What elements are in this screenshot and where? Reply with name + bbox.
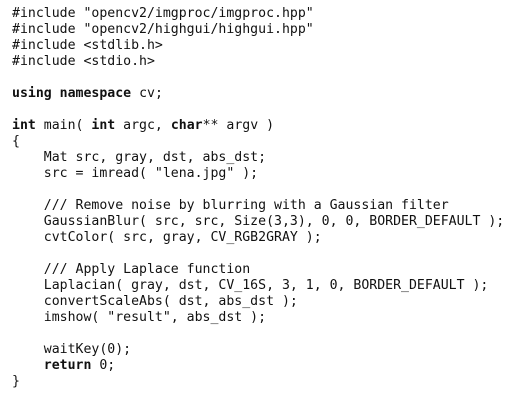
keyword-token: return xyxy=(43,358,92,373)
code-line: convertScaleAbs( dst, abs_dst ); xyxy=(12,294,504,310)
code-token: convertScaleAbs( dst, abs_dst ); xyxy=(12,294,298,309)
code-token: { xyxy=(12,134,20,149)
keyword-token: char xyxy=(170,118,203,133)
code-line: Laplacian( gray, dst, CV_16S, 3, 1, 0, B… xyxy=(12,278,504,294)
code-token: cv; xyxy=(131,86,163,101)
code-token: src = imread( "lena.jpg" ); xyxy=(12,166,259,181)
code-line: src = imread( "lena.jpg" ); xyxy=(12,166,504,182)
keyword-token: namespace xyxy=(59,86,132,101)
code-token: #include <stdio.h> xyxy=(12,54,155,69)
code-token: imshow( "result", abs_dst ); xyxy=(12,310,267,325)
code-line: #include <stdlib.h> xyxy=(12,38,504,54)
code-line: #include "opencv2/highgui/highgui.hpp" xyxy=(12,22,504,38)
keyword-token: using xyxy=(12,86,52,101)
code-token: Mat src, gray, dst, abs_dst; xyxy=(12,150,267,165)
code-token: #include "opencv2/imgproc/imgproc.hpp" xyxy=(12,6,314,21)
code-line: /// Apply Laplace function xyxy=(12,262,504,278)
code-line: { xyxy=(12,134,504,150)
code-line: waitKey(0); xyxy=(12,342,504,358)
code-token: argc, xyxy=(115,118,171,133)
code-listing: #include "opencv2/imgproc/imgproc.hpp" #i… xyxy=(12,6,504,390)
code-token: } xyxy=(12,374,20,389)
code-line: #include "opencv2/imgproc/imgproc.hpp" xyxy=(12,6,504,22)
code-line: return 0; xyxy=(12,358,504,374)
code-token: cvtColor( src, gray, CV_RGB2GRAY ); xyxy=(12,230,322,245)
code-line: imshow( "result", abs_dst ); xyxy=(12,310,504,326)
code-line: GaussianBlur( src, src, Size(3,3), 0, 0,… xyxy=(12,214,505,230)
code-line: cvtColor( src, gray, CV_RGB2GRAY ); xyxy=(12,230,504,246)
code-token: #include "opencv2/highgui/highgui.hpp" xyxy=(12,22,314,37)
code-token: waitKey(0); xyxy=(12,342,132,357)
code-token: main( xyxy=(35,118,92,133)
code-token: Laplacian( gray, dst, CV_16S, 3, 1, 0, B… xyxy=(12,278,489,293)
keyword-token: int xyxy=(12,118,36,133)
code-line: int main( int argc, char** argv ) xyxy=(12,118,504,134)
keyword-token: int xyxy=(91,118,116,133)
code-token: 0; xyxy=(91,358,116,373)
code-line: using namespace cv; xyxy=(12,86,504,102)
code-token: /// Remove noise by blurring with a Gaus… xyxy=(12,198,449,213)
code-line: #include <stdio.h> xyxy=(12,54,504,70)
code-token: /// Apply Laplace function xyxy=(12,262,251,277)
code-line: Mat src, gray, dst, abs_dst; xyxy=(12,150,504,166)
code-token: ** argv ) xyxy=(202,118,275,133)
code-token: #include <stdlib.h> xyxy=(12,38,163,53)
code-line: /// Remove noise by blurring with a Gaus… xyxy=(12,198,504,214)
code-line: } xyxy=(12,374,504,390)
code-token: GaussianBlur( src, src, Size(3,3), 0, 0,… xyxy=(12,214,505,229)
